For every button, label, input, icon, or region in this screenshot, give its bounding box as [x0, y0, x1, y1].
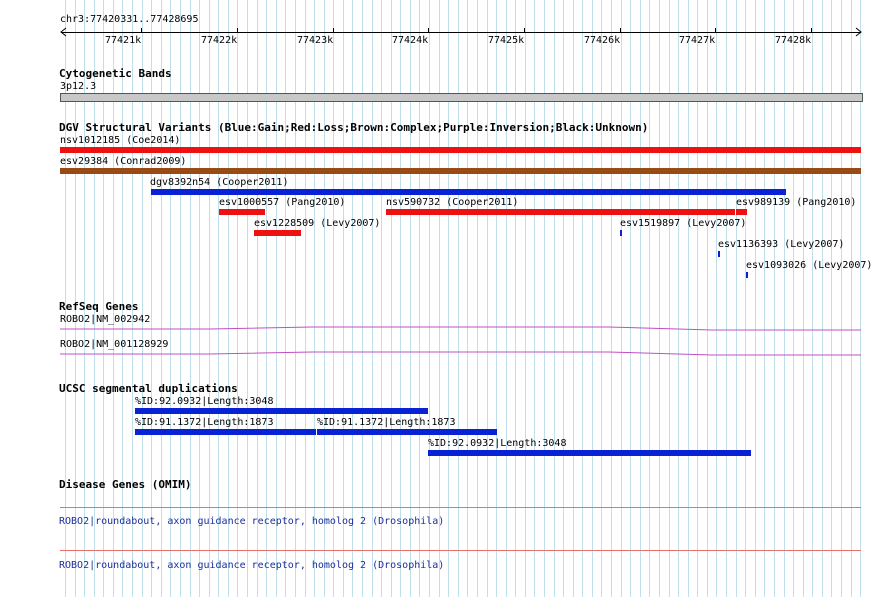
track-title-segdup[interactable]: UCSC segmental duplications [59, 382, 238, 395]
segdup-bar[interactable] [135, 408, 428, 414]
segdup-label: %ID:91.1372|Length:1873 [317, 417, 456, 428]
omim-gene-line[interactable] [60, 550, 861, 551]
segdup-label: %ID:91.1372|Length:1873 [135, 417, 274, 428]
segdup-label: %ID:92.0932|Length:3048 [428, 438, 567, 449]
segdup-bar[interactable] [317, 429, 497, 435]
genome-browser-view: chr3:77420331..77428695 77421k 77422k 77… [0, 0, 890, 597]
track-title-omim[interactable]: Disease Genes (OMIM) [59, 478, 191, 491]
omim-gene-line[interactable] [60, 507, 861, 508]
segdup-bar[interactable] [135, 429, 316, 435]
segdup-label: %ID:92.0932|Length:3048 [135, 396, 274, 407]
omim-gene-label[interactable]: ROBO2|roundabout, axon guidance receptor… [59, 560, 444, 571]
omim-gene-label[interactable]: ROBO2|roundabout, axon guidance receptor… [59, 516, 444, 527]
segdup-bar[interactable] [428, 450, 751, 456]
